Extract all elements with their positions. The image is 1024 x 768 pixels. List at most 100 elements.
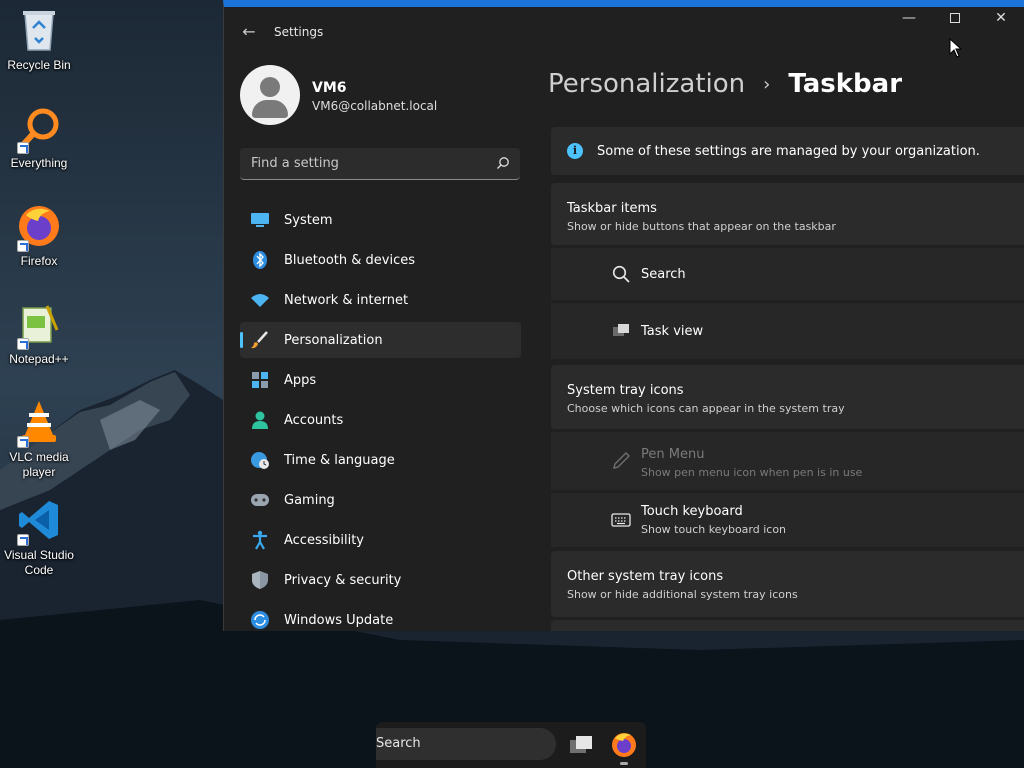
firefox-icon[interactable] (608, 729, 640, 761)
desktop-icon-label: Visual Studio Code (4, 548, 74, 577)
keyboard-icon (611, 513, 631, 527)
nav-item-personalization[interactable]: Personalization (240, 322, 521, 358)
window-title: Settings (274, 25, 324, 39)
gamepad-icon (250, 490, 270, 510)
tray-touch-keyboard-row[interactable]: Touch keyboard Show touch keyboard icon (551, 493, 1024, 547)
accessibility-icon (250, 530, 270, 550)
taskbar-item-task-view-row[interactable]: Task view (551, 303, 1024, 359)
maximize-icon (950, 13, 960, 23)
nav-label: Personalization (284, 332, 383, 348)
task-view-icon[interactable] (566, 729, 598, 761)
avatar-head (260, 77, 280, 97)
nav-label: Privacy & security (284, 572, 402, 588)
shortcut-arrow-icon (17, 534, 29, 546)
row-label: Search (641, 267, 686, 282)
nav-item-bluetooth[interactable]: Bluetooth & devices (240, 242, 521, 278)
taskbar-search-box[interactable]: Search (376, 728, 556, 760)
desktop-icon-recycle-bin[interactable]: Recycle Bin (0, 6, 78, 73)
system-tray-section[interactable]: System tray icons Choose which icons can… (551, 365, 1024, 429)
section-title: Other system tray icons (567, 569, 724, 584)
person-icon (250, 410, 270, 430)
firefox-icon (15, 202, 63, 252)
other-tray-icons-section[interactable]: Other system tray icons Show or hide add… (551, 551, 1024, 617)
user-name: VM6 (312, 80, 347, 96)
nav-item-apps[interactable]: Apps (240, 362, 521, 398)
row-label: Touch keyboard (641, 504, 743, 519)
mouse-cursor-icon (949, 38, 963, 58)
tray-pen-menu-row: Pen Menu Show pen menu icon when pen is … (551, 432, 1024, 490)
nav-label: System (284, 212, 333, 228)
notepadpp-icon (15, 300, 63, 350)
breadcrumb-parent[interactable]: Personalization (548, 69, 745, 99)
page-title: Taskbar (788, 69, 903, 99)
banner-text: Some of these settings are managed by yo… (597, 143, 980, 159)
section-title: System tray icons (567, 383, 684, 398)
find-setting-input[interactable] (240, 148, 490, 179)
desktop-icon-label: Notepad++ (9, 352, 69, 366)
section-subtitle: Show or hide buttons that appear on the … (567, 220, 836, 233)
desktop-icon-notepadpp[interactable]: Notepad++ (0, 300, 78, 367)
info-icon: i (567, 143, 583, 159)
monitor-icon (250, 210, 270, 230)
vlc-icon (15, 398, 63, 448)
shield-icon (250, 570, 270, 590)
row-subtitle: Show pen menu icon when pen is in use (641, 466, 863, 479)
desktop-icon-everything[interactable]: Everything (0, 104, 78, 171)
desktop-icon-label: Everything (10, 156, 68, 170)
nav-item-system[interactable]: System (240, 202, 521, 238)
nav-item-time-language[interactable]: Time & language (240, 442, 521, 478)
find-setting-box (240, 148, 520, 180)
nav-item-gaming[interactable]: Gaming (240, 482, 521, 518)
title-bar: ← Settings — ✕ (224, 7, 1024, 57)
row-label: Pen Menu (641, 447, 705, 462)
vscode-icon (15, 496, 63, 546)
nav-label: Windows Update (284, 612, 394, 628)
desktop-icon-firefox[interactable]: Firefox (0, 202, 78, 269)
search-icon (612, 265, 630, 283)
nav-label: Network & internet (284, 292, 409, 308)
globe-clock-icon (250, 450, 270, 470)
breadcrumb: Personalization › Taskbar (548, 69, 902, 99)
nav-item-privacy[interactable]: Privacy & security (240, 562, 521, 598)
desktop-icon-vscode[interactable]: Visual Studio Code (0, 496, 78, 578)
shortcut-arrow-icon (17, 338, 29, 350)
nav-item-accounts[interactable]: Accounts (240, 402, 521, 438)
nav-item-accessibility[interactable]: Accessibility (240, 522, 521, 558)
update-icon (250, 610, 270, 630)
task-view-icon (613, 324, 629, 336)
shortcut-arrow-icon (17, 142, 29, 154)
bluetooth-icon (250, 250, 270, 270)
section-subtitle: Choose which icons can appear in the sys… (567, 402, 845, 415)
row-subtitle: Show touch keyboard icon (641, 523, 787, 536)
nav-label: Time & language (284, 452, 395, 468)
desktop-icon-label: Firefox (20, 254, 58, 268)
taskbar-item-search-row[interactable]: Search (551, 248, 1024, 300)
pen-icon (613, 452, 630, 469)
desktop-icon-vlc[interactable]: VLC media player (0, 398, 78, 480)
taskbar-items-section[interactable]: Taskbar items Show or hide buttons that … (551, 183, 1024, 245)
search-icon[interactable] (496, 156, 510, 170)
avatar[interactable] (240, 65, 300, 125)
running-indicator (620, 762, 628, 765)
nav-item-network[interactable]: Network & internet (240, 282, 521, 318)
desktop-icon-label: VLC media player (9, 450, 69, 479)
back-button[interactable]: ← (238, 21, 260, 43)
maximize-button[interactable] (932, 7, 978, 37)
managed-info-banner: i Some of these settings are managed by … (551, 127, 1024, 175)
brush-icon (250, 330, 270, 350)
nav-label: Apps (284, 372, 317, 388)
recycle-bin-icon (15, 6, 63, 54)
nav-label: Gaming (284, 492, 335, 508)
next-section-card[interactable] (551, 620, 1024, 631)
user-email: VM6@collabnet.local (312, 99, 438, 113)
row-label: Task view (641, 324, 704, 339)
shortcut-arrow-icon (17, 436, 29, 448)
close-button[interactable]: ✕ (978, 7, 1024, 37)
nav-item-windows-update[interactable]: Windows Update (240, 602, 521, 631)
section-title: Taskbar items (567, 201, 657, 216)
minimize-button[interactable]: — (886, 7, 932, 37)
nav-label: Accessibility (284, 532, 364, 548)
desktop-icon-label: Recycle Bin (7, 58, 71, 72)
avatar-body (252, 100, 288, 118)
taskbar: Search (376, 722, 646, 768)
